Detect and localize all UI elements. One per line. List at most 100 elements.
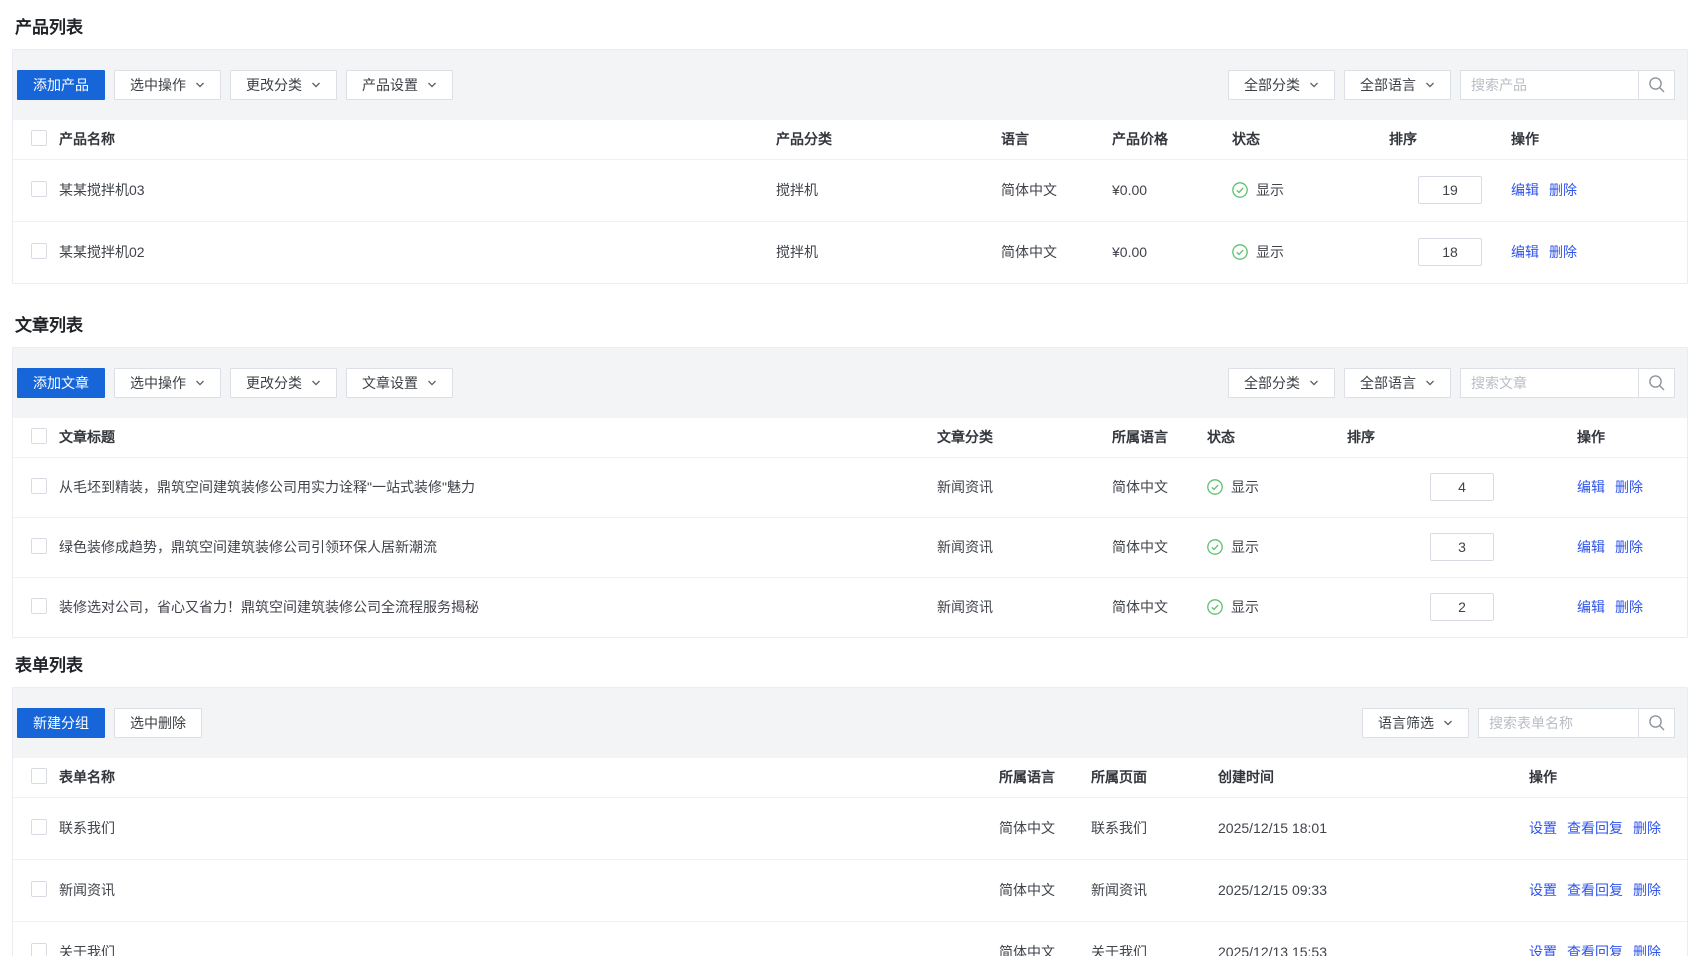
action-link[interactable]: 查看回复 (1567, 944, 1623, 956)
status-badge: 显示 (1232, 242, 1284, 262)
check-circle-icon (1232, 244, 1248, 260)
action-link[interactable]: 删除 (1549, 244, 1577, 260)
articles-search (1460, 368, 1675, 398)
action-link[interactable]: 删除 (1615, 599, 1643, 615)
row-checkbox[interactable] (31, 478, 47, 494)
articles-change-category-dropdown[interactable]: 更改分类 (230, 368, 337, 398)
row-checkbox[interactable] (31, 881, 47, 897)
dropdown-label: 选中操作 (130, 373, 186, 393)
action-link[interactable]: 编辑 (1577, 599, 1605, 615)
chevron-down-icon (195, 378, 205, 388)
table-row: 绿色装修成趋势，鼎筑空间建筑装修公司引领环保人居新潮流新闻资讯简体中文显示编辑删… (13, 517, 1687, 577)
table-row: 新闻资讯简体中文新闻资讯2025/12/15 09:33设置查看回复删除 (13, 859, 1687, 921)
sort-input[interactable] (1430, 593, 1494, 621)
status-badge: 显示 (1207, 537, 1259, 557)
dropdown-label: 文章设置 (362, 373, 418, 393)
table-row: 从毛坯到精装，鼎筑空间建筑装修公司用实力诠释"一站式装修"魅力新闻资讯简体中文显… (13, 457, 1687, 517)
dropdown-label: 选中操作 (130, 75, 186, 95)
row-checkbox[interactable] (31, 943, 47, 956)
forms-search-button[interactable] (1638, 708, 1675, 738)
products-search-button[interactable] (1638, 70, 1675, 100)
cell-text: 2025/12/15 18:01 (1218, 797, 1529, 859)
action-link[interactable]: 设置 (1529, 882, 1557, 898)
action-link[interactable]: 删除 (1633, 882, 1661, 898)
action-link[interactable]: 设置 (1529, 944, 1557, 956)
chevron-down-icon (311, 378, 321, 388)
cell-text: 关于我们 (1091, 921, 1218, 956)
table-row: 某某搅拌机03搅拌机简体中文¥0.00显示编辑删除 (13, 159, 1687, 221)
forms-language-filter-dropdown[interactable]: 语言筛选 (1362, 708, 1469, 738)
chevron-down-icon (1443, 718, 1453, 728)
products-selected-actions-dropdown[interactable]: 选中操作 (114, 70, 221, 100)
dropdown-label: 产品设置 (362, 75, 418, 95)
forms-search (1478, 708, 1675, 738)
row-checkbox[interactable] (31, 538, 47, 554)
column-header: 操作 (1511, 120, 1687, 159)
products-section-title: 产品列表 (12, 0, 1688, 49)
action-link[interactable]: 查看回复 (1567, 820, 1623, 836)
new-group-button[interactable]: 新建分组 (17, 708, 105, 738)
row-checkbox[interactable] (31, 819, 47, 835)
articles-category-filter-dropdown[interactable]: 全部分类 (1228, 368, 1335, 398)
sort-input[interactable] (1418, 176, 1482, 204)
status-badge: 显示 (1232, 180, 1284, 200)
cell-text: 简体中文 (999, 859, 1091, 921)
chevron-down-icon (427, 80, 437, 90)
action-link[interactable]: 编辑 (1511, 182, 1539, 198)
action-link[interactable]: 删除 (1615, 479, 1643, 495)
sort-input[interactable] (1430, 473, 1494, 501)
row-checkbox[interactable] (31, 181, 47, 197)
column-header: 操作 (1577, 418, 1687, 457)
products-search-input[interactable] (1460, 70, 1638, 100)
action-link[interactable]: 设置 (1529, 820, 1557, 836)
action-link[interactable]: 删除 (1633, 820, 1661, 836)
cell-text: 新闻资讯 (937, 517, 1112, 577)
select-all-checkbox[interactable] (31, 768, 47, 784)
action-link[interactable]: 编辑 (1577, 479, 1605, 495)
cell-text: 某某搅拌机02 (59, 221, 776, 283)
forms-search-input[interactable] (1478, 708, 1638, 738)
chevron-down-icon (1425, 378, 1435, 388)
select-all-checkbox[interactable] (31, 130, 47, 146)
cell-text: 新闻资讯 (937, 457, 1112, 517)
articles-search-button[interactable] (1638, 368, 1675, 398)
forms-toolbar: 新建分组 选中删除 语言筛选 (13, 688, 1687, 758)
action-link[interactable]: 删除 (1549, 182, 1577, 198)
products-category-filter-dropdown[interactable]: 全部分类 (1228, 70, 1335, 100)
cell-text: 新闻资讯 (937, 577, 1112, 637)
check-circle-icon (1207, 539, 1223, 555)
row-checkbox[interactable] (31, 598, 47, 614)
chevron-down-icon (195, 80, 205, 90)
action-link[interactable]: 查看回复 (1567, 882, 1623, 898)
cell-text: 简体中文 (1112, 577, 1207, 637)
products-settings-dropdown[interactable]: 产品设置 (346, 70, 453, 100)
articles-language-filter-dropdown[interactable]: 全部语言 (1344, 368, 1451, 398)
forms-section-title: 表单列表 (12, 638, 1688, 687)
articles-search-input[interactable] (1460, 368, 1638, 398)
articles-selected-actions-dropdown[interactable]: 选中操作 (114, 368, 221, 398)
cell-text: 搅拌机 (776, 159, 1001, 221)
add-article-button[interactable]: 添加文章 (17, 368, 105, 398)
sort-input[interactable] (1418, 238, 1482, 266)
select-all-checkbox[interactable] (31, 428, 47, 444)
action-link[interactable]: 编辑 (1511, 244, 1539, 260)
dropdown-label: 语言筛选 (1378, 713, 1434, 733)
delete-selected-button[interactable]: 选中删除 (114, 708, 202, 738)
products-table: 产品名称 产品分类 语言 产品价格 状态 排序 操作 某某搅拌机03搅拌机简体中… (13, 120, 1687, 283)
column-header: 所属页面 (1091, 758, 1218, 797)
action-link[interactable]: 删除 (1633, 944, 1661, 956)
articles-toolbar: 添加文章 选中操作 更改分类 文章设置 全部分类 全部语言 (13, 348, 1687, 418)
row-checkbox[interactable] (31, 243, 47, 259)
action-link[interactable]: 编辑 (1577, 539, 1605, 555)
articles-settings-dropdown[interactable]: 文章设置 (346, 368, 453, 398)
products-language-filter-dropdown[interactable]: 全部语言 (1344, 70, 1451, 100)
check-circle-icon (1232, 182, 1248, 198)
add-product-button[interactable]: 添加产品 (17, 70, 105, 100)
dropdown-label: 全部语言 (1360, 75, 1416, 95)
action-link[interactable]: 删除 (1615, 539, 1643, 555)
sort-input[interactable] (1430, 533, 1494, 561)
table-header-row: 表单名称 所属语言 所属页面 创建时间 操作 (13, 758, 1687, 797)
column-header: 产品名称 (59, 120, 776, 159)
products-change-category-dropdown[interactable]: 更改分类 (230, 70, 337, 100)
chevron-down-icon (1425, 80, 1435, 90)
